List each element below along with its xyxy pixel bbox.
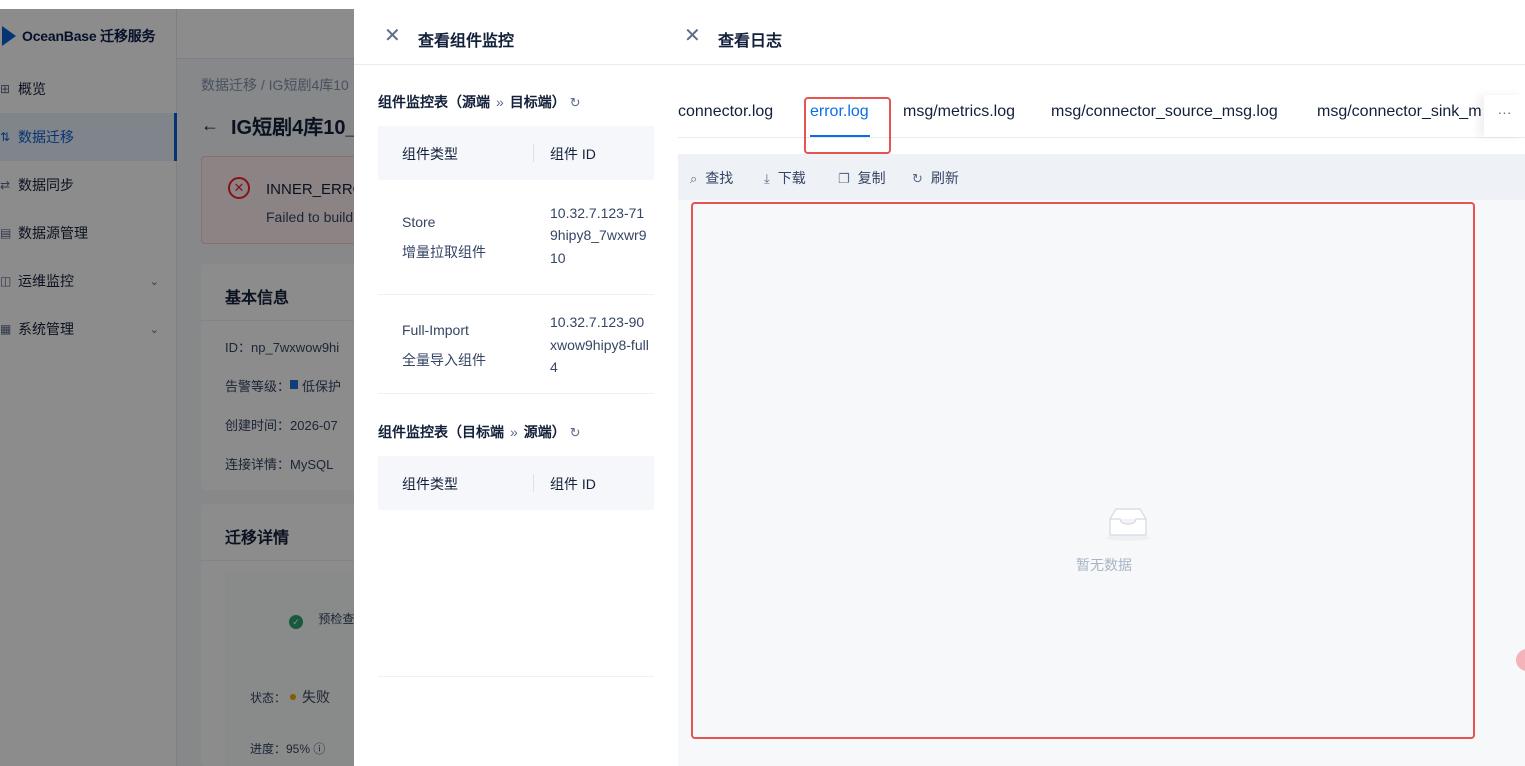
column-header-id: 组件 ID	[550, 476, 596, 492]
component-monitor-drawer: ✕ 查看组件监控 组件监控表（源端 » 目标端） ↻ 组件类型 组件 ID Store…	[354, 9, 654, 766]
copy-icon: ❐	[838, 171, 850, 186]
column-header-type: 组件类型	[402, 476, 458, 492]
find-button[interactable]: ⌕ 查找	[690, 168, 733, 188]
row-type-2: 增量拉取组件	[402, 244, 486, 260]
table-empty-body	[378, 511, 654, 677]
log-viewer-drawer: ✕ 查看日志 connector.log error.log msg/metri…	[654, 9, 1525, 766]
table-header: 组件类型 组件 ID	[378, 126, 654, 180]
row-type-1: Store	[402, 214, 436, 230]
table-header: 组件类型 组件 ID	[378, 456, 654, 510]
find-label: 查找	[705, 170, 734, 186]
more-tabs-button[interactable]: ···	[1484, 95, 1525, 137]
section-title-source-to-target: 组件监控表（源端 » 目标端） ↻	[378, 92, 581, 112]
close-icon[interactable]: ✕	[384, 25, 401, 47]
refresh-icon[interactable]: ↻	[570, 95, 581, 110]
row-id-1: 10.32.7.123-90	[550, 314, 645, 330]
row-id-2: xwow9hipy8-full	[550, 337, 649, 353]
row-id-2: 9hipy8_7wxwr9	[550, 227, 647, 243]
close-icon[interactable]: ✕	[684, 25, 701, 47]
top-strip	[0, 0, 1525, 9]
section-right: 目标端）	[509, 94, 566, 110]
table-row: Full-Import 全量导入组件 10.32.7.123-90 xwow9h…	[378, 295, 654, 394]
table-row: Store 增量拉取组件 10.32.7.123-71 9hipy8_7wxwr…	[378, 180, 654, 295]
section-title-target-to-source: 组件监控表（目标端 » 源端） ↻	[378, 422, 581, 442]
row-type-2: 全量导入组件	[402, 352, 486, 368]
row-id-3: 4	[550, 359, 558, 375]
active-tab-highlight-box	[804, 97, 891, 154]
refresh-label: 刷新	[930, 170, 959, 186]
column-header-id: 组件 ID	[550, 146, 596, 162]
download-icon: ⤓	[764, 171, 770, 186]
log-toolbar: ⌕ 查找 ⤓ 下载 ❐ 复制 ↻ 刷新	[678, 154, 1525, 200]
monitor-table-1: 组件类型 组件 ID Store 增量拉取组件 10.32.7.123-71 9…	[378, 126, 654, 394]
download-label: 下载	[777, 170, 806, 186]
refresh-icon[interactable]: ↻	[570, 425, 581, 440]
drawer-header: ✕ 查看日志	[654, 9, 1525, 65]
refresh-icon: ↻	[912, 171, 923, 186]
monitor-table-2: 组件类型 组件 ID	[378, 456, 654, 510]
column-header-type: 组件类型	[402, 146, 458, 162]
drawer-title: 查看日志	[718, 33, 783, 50]
row-id-1: 10.32.7.123-71	[550, 205, 645, 221]
download-button[interactable]: ⤓ 下载	[764, 168, 806, 188]
tab-metrics-log[interactable]: msg/metrics.log	[903, 103, 1015, 121]
copy-label: 复制	[857, 170, 886, 186]
find-icon: ⌕	[690, 171, 698, 186]
row-id-3: 10	[550, 250, 566, 266]
tab-connector-sink-msg-log[interactable]: msg/connector_sink_m	[1317, 103, 1482, 121]
tab-connector-log[interactable]: connector.log	[678, 103, 773, 121]
log-area-highlight-box	[691, 202, 1475, 739]
column-separator	[533, 144, 534, 162]
tab-connector-source-msg-log[interactable]: msg/connector_source_msg.log	[1051, 103, 1278, 121]
arrow-icon: »	[510, 424, 518, 440]
column-separator	[533, 474, 534, 492]
row-type-1: Full-Import	[402, 322, 469, 338]
drawer-header: ✕ 查看组件监控	[354, 9, 654, 65]
copy-button[interactable]: ❐ 复制	[838, 168, 886, 188]
section-left: 组件监控表（目标端	[378, 424, 504, 440]
section-left: 组件监控表（源端	[378, 94, 490, 110]
section-right: 源端）	[523, 424, 566, 440]
refresh-button[interactable]: ↻ 刷新	[912, 168, 959, 188]
arrow-icon: »	[496, 94, 504, 110]
drawer-title: 查看组件监控	[418, 33, 515, 50]
